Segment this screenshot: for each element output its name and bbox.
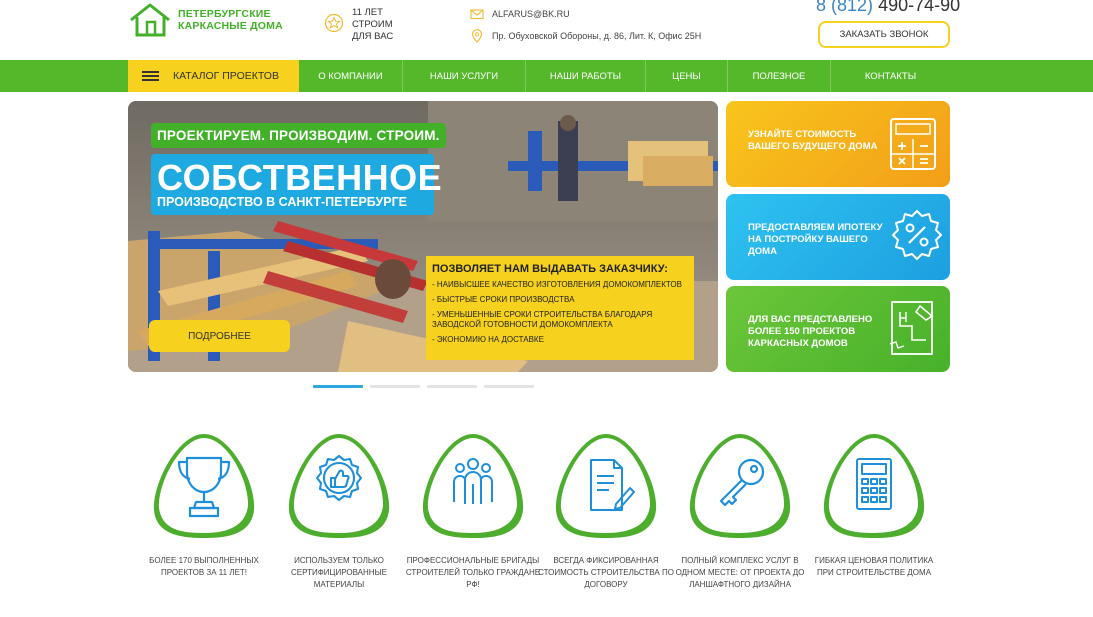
nav-item-services[interactable]: НАШИ УСЛУГИ xyxy=(403,60,526,92)
mortgage-card[interactable]: ПРЕДОСТАВЛЯЕМ ИПОТЕКУ НА ПОСТРОЙКУ ВАШЕГ… xyxy=(726,194,950,280)
feature-blob xyxy=(689,434,791,538)
nav-item-works[interactable]: НАШИ РАБОТЫ xyxy=(526,60,646,92)
card-text: УЗНАЙТЕ СТОИМОСТЬ ВАШЕГО БУДУЩЕГО ДОМА xyxy=(748,129,878,152)
contacts-block: ALFARUS@BK.RU Пр. Обуховской Обороны, д.… xyxy=(470,6,701,44)
site-logo[interactable]: ПЕТЕРБУРГСКИЕ КАРКАСНЫЕ ДОМА xyxy=(128,2,283,38)
feature-blob xyxy=(153,434,255,538)
hero-title-block: СОБСТВЕННОЕ ПРОИЗВОДСТВО В САНКТ-ПЕТЕРБУ… xyxy=(151,154,442,215)
card-text: ДЛЯ ВАС ПРЕДСТАВЛЕНО БОЛЕЕ 150 ПРОЕКТОВ … xyxy=(748,314,873,349)
experience-line-1: 11 ЛЕТ xyxy=(352,7,383,18)
phone-code: 8 (812) xyxy=(816,0,874,15)
location-pin-icon xyxy=(471,29,483,43)
logo-line-1: ПЕТЕРБУРГСКИЕ xyxy=(178,8,271,20)
blueprint-icon xyxy=(889,301,934,355)
slider-pagination xyxy=(313,385,541,388)
address-row: Пр. Обуховской Обороны, д. 86, Лит. К, О… xyxy=(470,28,701,44)
hero-more-button[interactable]: ПОДРОБНЕЕ xyxy=(149,320,290,352)
calculator-icon xyxy=(890,118,936,170)
house-logo-icon xyxy=(130,3,170,37)
experience-line-3: ДЛЯ ВАС xyxy=(352,31,394,42)
address-text: Пр. Обуховской Обороны, д. 86, Лит. К, О… xyxy=(492,31,702,41)
feature-text: ГИБКАЯ ЦЕНОВАЯ ПОЛИТИКА ПРИ СТРОИТЕЛЬСТВ… xyxy=(814,556,934,577)
feature-text: ПРОФЕССИОНАЛЬНЫЕ БРИГАДЫ СТРОИТЕЛЕЙ ТОЛЬ… xyxy=(405,556,541,589)
email-row[interactable]: ALFARUS@BK.RU xyxy=(470,6,701,22)
phone-number[interactable]: 8 (812) 490-74-90 xyxy=(816,0,960,16)
card-text: ПРЕДОСТАВЛЯЕМ ИПОТЕКУ НА ПОСТРОЙКУ ВАШЕГ… xyxy=(748,222,883,257)
feature-text: БОЛЕЕ 170 ВЫПОЛНЕННЫХ ПРОЕКТОВ ЗА 11 ЛЕТ… xyxy=(149,556,259,577)
feature-text: ПОЛНЫЙ КОМПЛЕКС УСЛУГ В ОДНОМ МЕСТЕ: ОТ … xyxy=(675,556,805,589)
feature-blob xyxy=(422,434,524,538)
experience-badge: 11 ЛЕТ СТРОИМ ДЛЯ ВАС xyxy=(324,7,393,43)
hero-benefits-title: ПОЗВОЛЯЕТ НАМ ВЫДАВАТЬ ЗАКАЗЧИКУ: xyxy=(432,263,668,275)
logo-text: ПЕТЕРБУРГСКИЕ КАРКАСНЫЕ ДОМА xyxy=(178,8,283,32)
slider-dot-2[interactable] xyxy=(370,385,420,388)
hero-title: СОБСТВЕННОЕ xyxy=(157,157,443,198)
nav-item-contacts[interactable]: КОНТАКТЫ xyxy=(831,60,950,92)
slider-dot-3[interactable] xyxy=(427,385,477,388)
hero-slider[interactable]: ПРОЕКТИРУЕМ. ПРОИЗВОДИМ. СТРОИМ. СОБСТВЕ… xyxy=(128,101,718,372)
nav-item-useful[interactable]: ПОЛЕЗНОЕ xyxy=(728,60,831,92)
logo-line-2: КАРКАСНЫЕ ДОМА xyxy=(178,20,283,32)
feature-blob xyxy=(555,434,657,538)
mail-icon xyxy=(470,9,484,20)
main-nav: КАТАЛОГ ПРОЕКТОВ О КОМПАНИИ НАШИ УСЛУГИ … xyxy=(0,60,1093,92)
feature-text: ВСЕГДА ФИКСИРОВАННАЯ СТОИМОСТЬ СТРОИТЕЛЬ… xyxy=(538,556,674,589)
hero-benefits-box: ПОЗВОЛЯЕТ НАМ ВЫДАВАТЬ ЗАКАЗЧИКУ: - НАИВ… xyxy=(426,256,694,360)
phone-digits: 490-74-90 xyxy=(878,0,961,15)
experience-text: 11 ЛЕТ СТРОИМ ДЛЯ ВАС xyxy=(352,7,393,43)
hero-benefit-item: - БЫСТРЫЕ СРОКИ ПРОИЗВОДСТВА xyxy=(432,295,575,304)
site-header: ПЕТЕРБУРГСКИЕ КАРКАСНЫЕ ДОМА 11 ЛЕТ СТРО… xyxy=(0,0,1093,60)
hero-benefit-item: - НАИВЫСШЕЕ КАЧЕСТВО ИЗГОТОВЛЕНИЯ ДОМОКО… xyxy=(432,280,682,289)
catalog-menu-button[interactable]: КАТАЛОГ ПРОЕКТОВ xyxy=(128,60,299,92)
feature-blob xyxy=(823,434,925,538)
hero-benefit-item: - ЭКОНОМИЮ НА ДОСТАВКЕ xyxy=(432,335,544,344)
nav-items: О КОМПАНИИ НАШИ УСЛУГИ НАШИ РАБОТЫ ЦЕНЫ … xyxy=(299,60,950,92)
hero-subtitle: ПРОИЗВОДСТВО В САНКТ-ПЕТЕРБУРГЕ xyxy=(157,195,407,209)
feature-text: ИСПОЛЬЗУЕМ ТОЛЬКО СЕРТИФИЦИРОВАННЫЕ МАТЕ… xyxy=(291,556,387,589)
projects-card[interactable]: ДЛЯ ВАС ПРЕДСТАВЛЕНО БОЛЕЕ 150 ПРОЕКТОВ … xyxy=(726,286,950,372)
nav-item-about[interactable]: О КОМПАНИИ xyxy=(299,60,403,92)
slider-dot-1[interactable] xyxy=(313,385,363,388)
feature-blob xyxy=(288,434,390,538)
catalog-label: КАТАЛОГ ПРОЕКТОВ xyxy=(173,70,279,82)
nav-item-prices[interactable]: ЦЕНЫ xyxy=(646,60,728,92)
cost-calculator-card[interactable]: УЗНАЙТЕ СТОИМОСТЬ ВАШЕГО БУДУЩЕГО ДОМА xyxy=(726,101,950,187)
percent-badge-icon xyxy=(892,210,942,260)
star-medal-icon xyxy=(324,13,344,33)
hamburger-icon xyxy=(142,71,159,81)
email-link[interactable]: ALFARUS@BK.RU xyxy=(492,9,570,19)
hero-tagline: ПРОЕКТИРУЕМ. ПРОИЗВОДИМ. СТРОИМ. xyxy=(151,123,446,148)
callback-button[interactable]: ЗАКАЗАТЬ ЗВОНОК xyxy=(818,21,950,48)
slider-dot-4[interactable] xyxy=(484,385,534,388)
experience-line-2: СТРОИМ xyxy=(352,19,393,30)
hero-benefit-item: - УМЕНЬШЕННЫЕ СРОКИ СТРОИТЕЛЬСТВА БЛАГОД… xyxy=(432,310,653,329)
